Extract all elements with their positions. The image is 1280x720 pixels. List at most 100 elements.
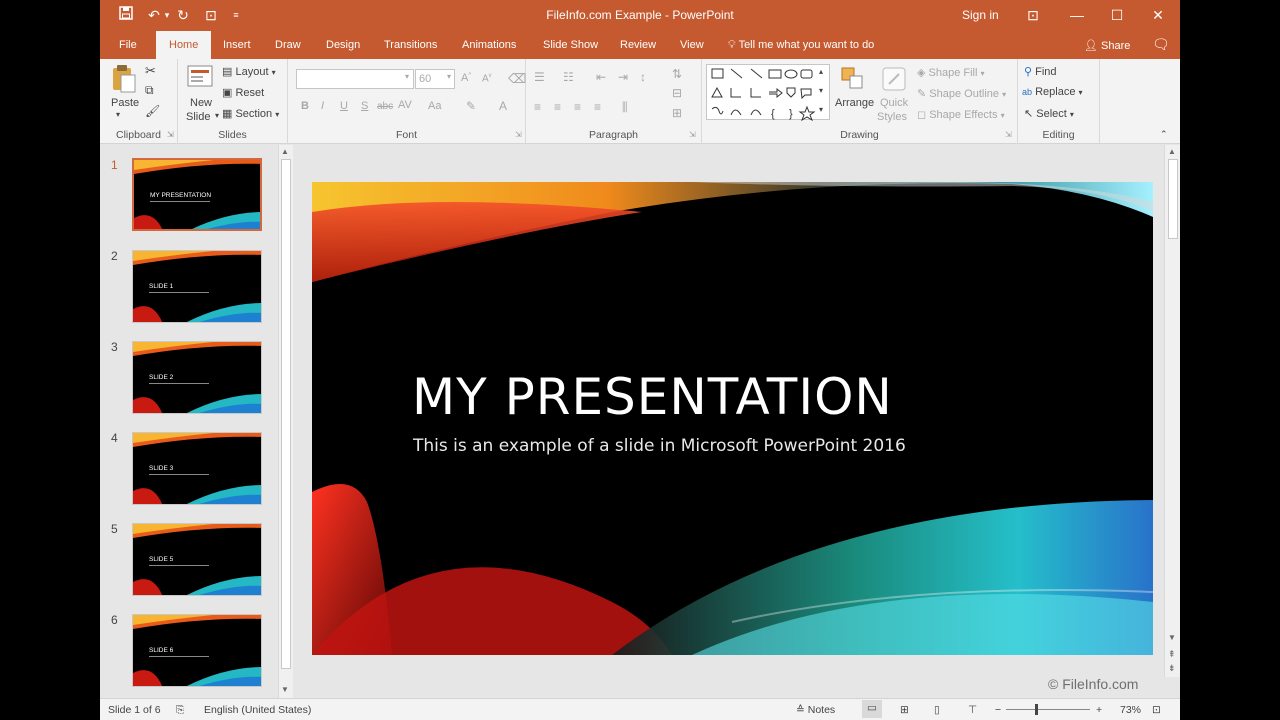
spellcheck-icon[interactable]: ⎘ [176,704,184,717]
tab-review[interactable]: Review [620,39,656,51]
underline-button[interactable]: U [340,100,348,112]
change-case-button[interactable]: Aa [428,100,441,112]
tab-view[interactable]: View [680,39,704,51]
copy-icon[interactable]: ⧉ [145,83,154,98]
slide-thumbnail-6[interactable]: SLIDE 6 [132,614,262,687]
arrange-icon[interactable] [840,66,866,95]
clear-formatting-icon[interactable]: ⌫ [508,71,526,87]
align-right-icon[interactable]: ≡ [574,100,581,114]
slide-title[interactable]: MY PRESENTATION [412,368,893,426]
tab-file[interactable]: File [119,39,137,51]
increase-font-size-icon[interactable]: A^ [461,72,471,84]
editor-scrollbar[interactable]: ▲ ▼ ⇞ ⇟ [1164,145,1180,677]
slide-thumbnail-4[interactable]: SLIDE 3 [132,432,262,505]
new-slide-dropdown-icon[interactable]: ▾ [215,111,219,120]
increase-indent-icon[interactable]: ⇥ [618,70,628,84]
paragraph-dialog-launcher-icon[interactable]: ⇲ [689,130,696,139]
columns-icon[interactable]: ⫼ [622,100,628,115]
zoom-level[interactable]: 73% [1120,704,1141,716]
new-slide-icon[interactable] [187,65,213,92]
notes-button[interactable]: ≙ Notes [796,704,835,716]
tab-insert[interactable]: Insert [223,39,251,51]
shape-outline-button[interactable]: ✎ Shape Outline ▾ [917,87,1006,100]
drawing-dialog-launcher-icon[interactable]: ⇲ [1005,130,1012,139]
font-size-dropdown-icon[interactable]: ▾ [447,72,451,81]
paste-icon[interactable] [111,65,137,96]
scroll-up-arrow-icon[interactable]: ▲ [281,147,289,156]
fit-to-window-icon[interactable]: ⊡ [1152,704,1161,716]
reading-view-icon[interactable]: ▯ [934,704,940,716]
share-button[interactable]: 👤︎ Share [1084,39,1130,52]
replace-button[interactable]: ab Replace ▾ [1022,86,1083,98]
tell-me-search[interactable]: 💡︎ Tell me what you want to do [728,39,874,52]
shapes-scroll-down-icon[interactable]: ▾ [819,86,823,95]
comments-icon[interactable]: 🗨︎ [1152,36,1170,53]
align-text-icon[interactable]: ⊟ [672,86,682,100]
minimize-button[interactable]: — [1062,4,1092,26]
section-button[interactable]: ▦ Section ▾ [222,107,279,120]
slide-thumbnail-5[interactable]: SLIDE 5 [132,523,262,596]
decrease-indent-icon[interactable]: ⇤ [596,70,606,84]
thumbnails-scrollbar[interactable]: ▲ ▼ [278,145,293,698]
tab-home[interactable]: Home [156,31,212,59]
quick-styles-label1[interactable]: Quick [880,97,908,109]
scroll-up-arrow-icon[interactable]: ▲ [1168,147,1176,156]
zoom-in-button[interactable]: + [1096,704,1102,716]
bold-button[interactable]: B [301,100,309,112]
shapes-scroll-up-icon[interactable]: ▴ [819,67,823,76]
justify-icon[interactable]: ≡ [594,100,601,114]
zoom-out-button[interactable]: − [995,704,1001,716]
shape-effects-button[interactable]: ◻ Shape Effects ▾ [917,108,1005,121]
find-button[interactable]: ⚲ Find [1024,65,1057,78]
slide-canvas[interactable]: MY PRESENTATION This is an example of a … [312,182,1153,655]
smartart-icon[interactable]: ⊞ [672,106,682,120]
scroll-down-arrow-icon[interactable]: ▼ [1168,633,1176,642]
ribbon-display-options-icon[interactable]: ⊡ [1018,4,1048,26]
tab-draw[interactable]: Draw [275,39,301,51]
decrease-font-size-icon[interactable]: Av [482,73,492,84]
next-slide-icon[interactable]: ⇟ [1168,663,1176,674]
font-name-box[interactable] [296,69,414,89]
numbering-icon[interactable]: ☷ [563,70,574,84]
align-center-icon[interactable]: ≡ [554,100,561,114]
tab-transitions[interactable]: Transitions [384,39,437,51]
tab-design[interactable]: Design [326,39,360,51]
slide-thumbnail-2[interactable]: SLIDE 1 [132,250,262,323]
bullets-icon[interactable]: ☰ [534,70,545,84]
close-button[interactable]: ✕ [1143,4,1173,26]
character-spacing-button[interactable]: AV [398,99,412,111]
previous-slide-icon[interactable]: ⇞ [1168,649,1176,660]
slide-sorter-view-icon[interactable]: ⊞ [900,704,909,716]
shape-fill-button[interactable]: ◈ Shape Fill ▾ [917,66,985,79]
collapse-ribbon-icon[interactable]: ⌃ [1160,129,1168,140]
format-painter-icon[interactable]: 🖌︎ [145,104,160,118]
language-label[interactable]: English (United States) [204,704,311,716]
tab-slide-show[interactable]: Slide Show [543,39,598,51]
slide-thumbnail-3[interactable]: SLIDE 2 [132,341,262,414]
tab-animations[interactable]: Animations [462,39,516,51]
slide-subtitle[interactable]: This is an example of a slide in Microso… [413,436,906,456]
line-spacing-icon[interactable]: ↕ [640,70,646,84]
reset-button[interactable]: ▣ Reset [222,86,264,99]
slide-show-view-icon[interactable]: ⊤ [968,704,977,716]
select-button[interactable]: ↖ Select ▾ [1024,107,1074,120]
align-left-icon[interactable]: ≡ [534,100,541,114]
cut-icon[interactable]: ✂ [145,63,156,79]
sign-in-link[interactable]: Sign in [962,8,999,22]
font-name-dropdown-icon[interactable]: ▾ [405,72,409,81]
new-slide-button[interactable]: New [190,97,212,109]
paste-button[interactable]: Paste [111,97,139,109]
paste-dropdown-icon[interactable]: ▾ [116,110,120,119]
scroll-thumb[interactable] [1168,159,1178,239]
italic-button[interactable]: I [321,100,324,112]
scroll-down-arrow-icon[interactable]: ▼ [281,685,289,694]
highlight-icon[interactable]: ✎ [466,99,476,113]
normal-view-icon[interactable]: ▭ [862,700,882,718]
slide-thumbnail-1[interactable]: MY PRESENTATION [132,158,262,231]
shadow-button[interactable]: S [361,100,368,112]
shapes-gallery[interactable]: { } [706,64,830,122]
strikethrough-button[interactable]: abc [377,101,393,112]
zoom-slider[interactable] [1006,709,1090,710]
maximize-button[interactable]: ☐ [1102,4,1132,26]
quick-styles-icon[interactable] [881,66,907,95]
